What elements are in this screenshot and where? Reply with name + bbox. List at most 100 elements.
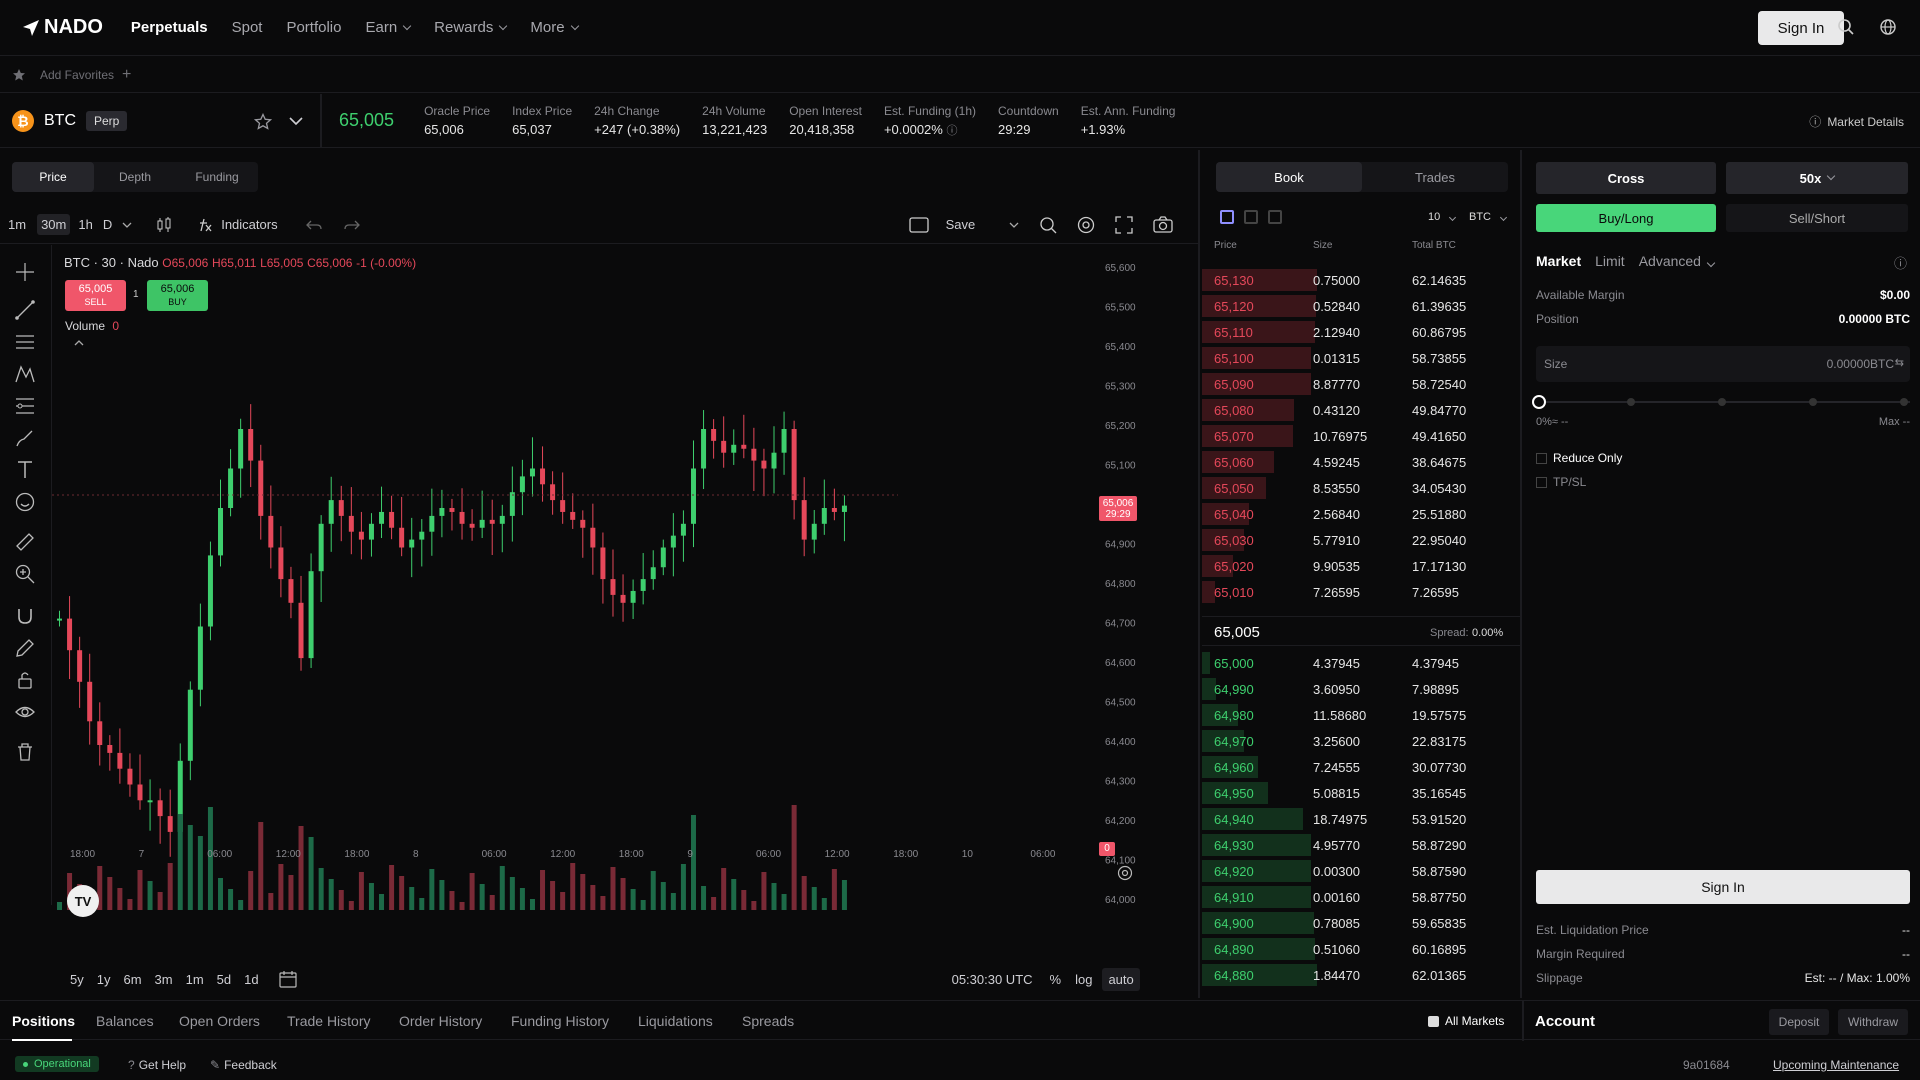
sell-quick-button[interactable]: 65,005 SELL: [65, 280, 126, 311]
slider-tick[interactable]: [1900, 398, 1908, 406]
ask-row[interactable]: 65,030 5.77910 22.95040: [1202, 528, 1520, 552]
depth-select[interactable]: 10: [1428, 211, 1457, 223]
nav-more[interactable]: More: [530, 19, 579, 36]
buy-long-button[interactable]: Buy/Long: [1536, 204, 1716, 232]
range-6m[interactable]: 6m: [123, 972, 141, 987]
tab-balances[interactable]: Balances: [96, 1013, 154, 1029]
eye-icon[interactable]: [14, 701, 36, 723]
status-operational[interactable]: Operational: [15, 1056, 99, 1072]
maintenance-link[interactable]: Upcoming Maintenance: [1773, 1058, 1899, 1072]
ask-row[interactable]: 65,070 10.76975 49.41650: [1202, 424, 1520, 448]
sign-in-button[interactable]: Sign In: [1758, 11, 1844, 45]
favorite-star-icon[interactable]: [254, 113, 272, 131]
range-5y[interactable]: 5y: [70, 972, 84, 987]
magnet-icon[interactable]: [14, 605, 36, 627]
bid-row[interactable]: 64,900 0.78085 59.65835: [1202, 911, 1520, 935]
tab-book[interactable]: Book: [1216, 162, 1362, 192]
sell-short-button[interactable]: Sell/Short: [1726, 204, 1908, 232]
tab-open-orders[interactable]: Open Orders: [179, 1013, 260, 1029]
margin-mode-button[interactable]: Cross: [1536, 162, 1716, 194]
info-icon[interactable]: ⓘ: [1894, 253, 1907, 272]
interval-1m[interactable]: 1m: [8, 217, 26, 232]
log-toggle[interactable]: log: [1075, 972, 1092, 987]
interval-1h[interactable]: 1h: [78, 217, 92, 232]
tradingview-logo[interactable]: TV: [67, 885, 99, 917]
save-button[interactable]: Save: [946, 217, 976, 232]
nav-portfolio[interactable]: Portfolio: [286, 19, 341, 36]
fullscreen-icon[interactable]: [1115, 215, 1133, 234]
tab-depth[interactable]: Depth: [94, 162, 176, 192]
view-bids-icon[interactable]: [1244, 210, 1258, 224]
emoji-icon[interactable]: [14, 491, 36, 513]
order-type-market[interactable]: Market: [1536, 253, 1581, 269]
slider-tick[interactable]: [1809, 398, 1817, 406]
auto-toggle[interactable]: auto: [1102, 967, 1140, 991]
chevron-up-icon[interactable]: [74, 339, 84, 347]
tab-order-history[interactable]: Order History: [399, 1013, 482, 1029]
bid-row[interactable]: 64,920 0.00300 58.87590: [1202, 859, 1520, 883]
info-icon[interactable]: ⓘ: [946, 125, 957, 137]
ask-row[interactable]: 65,080 0.43120 49.84770: [1202, 398, 1520, 422]
text-icon[interactable]: [14, 459, 36, 481]
withdraw-button[interactable]: Withdraw: [1838, 1009, 1908, 1035]
bid-row[interactable]: 64,890 0.51060 60.16895: [1202, 937, 1520, 961]
all-markets-checkbox[interactable]: All Markets: [1428, 1014, 1504, 1028]
layout-icon[interactable]: [908, 216, 929, 233]
utc-time[interactable]: 05:30:30 UTC: [952, 972, 1033, 987]
interval-d[interactable]: D: [103, 217, 112, 232]
range-1m[interactable]: 1m: [186, 972, 204, 987]
ask-row[interactable]: 65,100 0.01315 58.73855: [1202, 346, 1520, 370]
tpsl-checkbox[interactable]: TP/SL: [1536, 475, 1586, 489]
bid-row[interactable]: 64,930 4.95770 58.87290: [1202, 833, 1520, 857]
nav-spot[interactable]: Spot: [232, 19, 263, 36]
range-1d[interactable]: 1d: [244, 972, 258, 987]
ask-row[interactable]: 65,050 8.53550 34.05430: [1202, 476, 1520, 500]
nav-rewards[interactable]: Rewards: [434, 19, 508, 36]
leverage-button[interactable]: 50x: [1726, 162, 1908, 194]
range-1y[interactable]: 1y: [97, 972, 111, 987]
candlestick-chart-svg[interactable]: 65,600 65,500 65,400 65,300 65,200 65,100 65,0…: [52, 245, 1198, 920]
chevron-down-icon[interactable]: [122, 221, 132, 229]
search-icon[interactable]: [1837, 18, 1855, 36]
price-chart[interactable]: 65,600 65,500 65,400 65,300 65,200 65,100 65,0…: [52, 245, 1198, 920]
ask-row[interactable]: 65,040 2.56840 25.51880: [1202, 502, 1520, 526]
bid-row[interactable]: 64,910 0.00160 58.87750: [1202, 885, 1520, 909]
ask-row[interactable]: 65,090 8.87770 58.72540: [1202, 372, 1520, 396]
bid-row[interactable]: 64,950 5.08815 35.16545: [1202, 781, 1520, 805]
pencil-lock-icon[interactable]: [14, 637, 36, 659]
ask-row[interactable]: 65,020 9.90535 17.17130: [1202, 554, 1520, 578]
indicators-icon[interactable]: [198, 217, 214, 233]
ask-row[interactable]: 65,120 0.52840 61.39635: [1202, 294, 1520, 318]
chevron-down-icon[interactable]: [1009, 221, 1019, 229]
add-favorites-label[interactable]: Add Favorites: [40, 68, 114, 82]
size-input[interactable]: Size 0.00000 BTC ⇆: [1536, 346, 1910, 382]
bid-row[interactable]: 64,990 3.60950 7.98895: [1202, 677, 1520, 701]
order-type-advanced[interactable]: Advanced: [1639, 253, 1716, 269]
globe-icon[interactable]: [1879, 18, 1897, 36]
bid-row[interactable]: 64,880 1.84470 62.01365: [1202, 963, 1520, 987]
tab-spreads[interactable]: Spreads: [742, 1013, 794, 1029]
feedback-link[interactable]: ✎ Feedback: [210, 1058, 277, 1072]
crosshair-icon[interactable]: [14, 261, 36, 283]
reduce-only-checkbox[interactable]: Reduce Only: [1536, 451, 1622, 465]
tab-liquidations[interactable]: Liquidations: [638, 1013, 713, 1029]
tab-trade-history[interactable]: Trade History: [287, 1013, 371, 1029]
swap-icon[interactable]: ⇆: [1895, 356, 1904, 369]
unit-select[interactable]: BTC: [1469, 211, 1508, 223]
brush-icon[interactable]: [14, 427, 36, 449]
deposit-button[interactable]: Deposit: [1769, 1009, 1829, 1035]
ask-row[interactable]: 65,130 0.75000 62.14635: [1202, 268, 1520, 292]
market-details-link[interactable]: ⓘ Market Details: [1809, 113, 1904, 130]
tab-trades[interactable]: Trades: [1362, 162, 1508, 192]
tab-funding[interactable]: Funding: [176, 162, 258, 192]
slider-tick[interactable]: [1718, 398, 1726, 406]
range-3m[interactable]: 3m: [155, 972, 173, 987]
chevron-down-icon[interactable]: [289, 116, 303, 126]
ask-row[interactable]: 65,060 4.59245 38.64675: [1202, 450, 1520, 474]
tab-price[interactable]: Price: [12, 162, 94, 192]
bid-row[interactable]: 65,000 4.37945 4.37945: [1202, 651, 1520, 675]
slider-tick[interactable]: [1627, 398, 1635, 406]
range-5d[interactable]: 5d: [217, 972, 231, 987]
size-slider-handle[interactable]: [1532, 395, 1546, 409]
market-selector[interactable]: ₿ BTC Perp: [0, 94, 322, 147]
